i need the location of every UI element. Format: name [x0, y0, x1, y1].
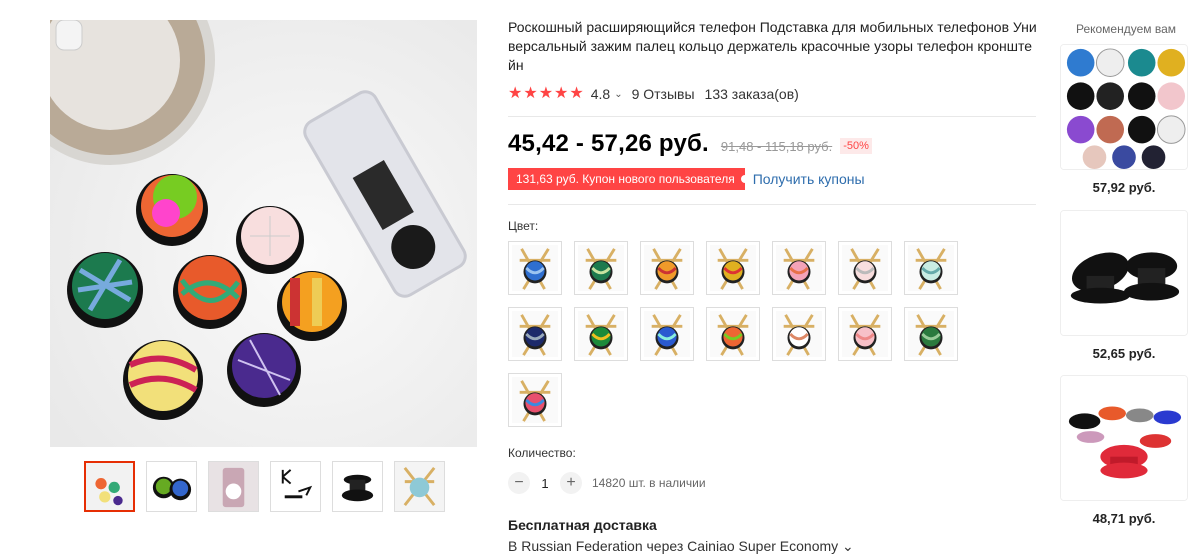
- product-title: Роскошный расширяющийся телефон Подставк…: [508, 19, 1037, 73]
- color-swatch-blue-marble[interactable]: [508, 241, 562, 295]
- color-swatches: [508, 241, 968, 427]
- color-swatch-mint-marble[interactable]: [904, 241, 958, 295]
- recommend-item-3[interactable]: 48,71 руб.: [1060, 375, 1188, 526]
- thumbnail-1[interactable]: [84, 461, 135, 512]
- recommend-item-2[interactable]: 52,65 руб.: [1060, 210, 1188, 361]
- color-swatch-orange-stripes[interactable]: [640, 241, 694, 295]
- color-swatch-leaf[interactable]: [904, 307, 958, 361]
- star-icon: ★: [538, 85, 554, 102]
- shipping-method-selector[interactable]: В Russian Federation через Cainiao Super…: [508, 538, 854, 555]
- recommend-image[interactable]: [1060, 210, 1188, 336]
- rating-value[interactable]: 4.8: [591, 86, 610, 102]
- recommend-price: 48,71 руб.: [1092, 511, 1156, 526]
- color-label: Цвет:: [508, 219, 539, 233]
- thumbnail-4[interactable]: [270, 461, 321, 512]
- color-swatch-green-stripes[interactable]: [574, 241, 628, 295]
- reviews-link[interactable]: 9 Отзывы: [632, 86, 695, 102]
- recommend-title: Рекомендуем вам: [1075, 22, 1177, 36]
- recommend-item-1[interactable]: 57,92 руб.: [1060, 44, 1188, 195]
- recommend-price: 52,65 руб.: [1092, 346, 1156, 361]
- color-swatch-white-grid[interactable]: [838, 241, 892, 295]
- star-icon: ★: [508, 85, 523, 102]
- thumbnail-2[interactable]: [146, 461, 197, 512]
- recommend-image[interactable]: [1060, 375, 1188, 501]
- discount-badge: -50%: [840, 138, 872, 154]
- stock-count: 14820 шт. в наличии: [592, 476, 706, 490]
- current-price: 45,42 - 57,26 руб.: [508, 130, 709, 157]
- chevron-down-icon[interactable]: ⌄: [614, 89, 622, 100]
- color-swatch-chevron[interactable]: [772, 307, 826, 361]
- divider: [508, 204, 1036, 205]
- star-icon: ★: [554, 85, 569, 102]
- quantity-input[interactable]: 1: [530, 476, 560, 491]
- get-coupons-link[interactable]: Получить купоны: [753, 171, 865, 187]
- product-info: Роскошный расширяющийся телефон Подставк…: [508, 18, 1038, 103]
- color-swatch-blue-geo[interactable]: [640, 307, 694, 361]
- shipping-title: Бесплатная доставка: [508, 517, 657, 533]
- color-swatch-green-target[interactable]: [574, 307, 628, 361]
- minus-icon[interactable]: −: [508, 472, 530, 494]
- color-swatch-rainbow-stripes[interactable]: [706, 241, 760, 295]
- rating-stars: ★ ★ ★ ★ ★: [508, 86, 584, 102]
- color-swatch-pink-grid[interactable]: [838, 307, 892, 361]
- recommend-price: 57,92 руб.: [1092, 180, 1156, 195]
- old-price: 91,48 - 115,18 руб.: [720, 139, 833, 154]
- rating-row: ★ ★ ★ ★ ★ 4.8 ⌄ 9 Отзывы 133 заказа(ов): [508, 85, 1038, 103]
- color-swatch-navy-geo[interactable]: [508, 307, 562, 361]
- star-icon: ★: [569, 85, 584, 102]
- star-icon: ★: [523, 85, 538, 102]
- price-row: 45,42 - 57,26 руб. 91,48 - 115,18 руб. -…: [508, 130, 872, 158]
- color-swatch-checker[interactable]: [706, 307, 760, 361]
- thumbnail-5[interactable]: [332, 461, 383, 512]
- divider: [508, 116, 1036, 117]
- coupon-row: 131,63 руб. Купон нового пользователя По…: [508, 168, 865, 190]
- color-swatch-galaxy[interactable]: [508, 373, 562, 427]
- recommend-image[interactable]: [1060, 44, 1188, 170]
- thumbnail-strip: [84, 461, 445, 512]
- thumbnail-3[interactable]: [208, 461, 259, 512]
- thumbnail-6[interactable]: [394, 461, 445, 512]
- orders-count: 133 заказа(ов): [704, 86, 799, 102]
- main-product-image[interactable]: [50, 20, 477, 447]
- new-user-coupon[interactable]: 131,63 руб. Купон нового пользователя: [508, 168, 749, 190]
- color-swatch-wave-pink[interactable]: [772, 241, 826, 295]
- quantity-label: Количество:: [508, 446, 576, 460]
- quantity-stepper: − 1 + 14820 шт. в наличии: [508, 472, 706, 494]
- plus-icon[interactable]: +: [560, 472, 582, 494]
